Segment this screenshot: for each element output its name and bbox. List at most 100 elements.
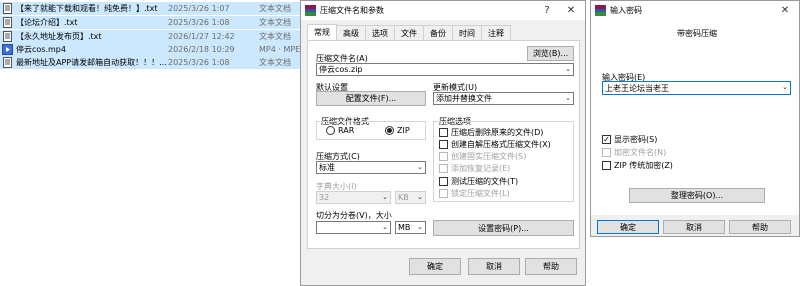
- tab-files[interactable]: 文件: [394, 25, 424, 40]
- file-name: 【来了就能下载和观看！纯免费！】.txt: [16, 4, 158, 13]
- delete-after-checkbox[interactable]: 压缩后删除原来的文件(D): [439, 127, 543, 138]
- tab-backup[interactable]: 备份: [423, 25, 453, 40]
- split-unit-select[interactable]: MB ⌄: [395, 221, 426, 234]
- help-button[interactable]: 帮助: [729, 220, 791, 234]
- password-heading: 带密码压缩: [677, 29, 717, 38]
- zip-legacy-label: ZIP 传统加密(Z): [614, 161, 673, 170]
- file-date: 2026/1/27 12:42: [168, 32, 235, 41]
- recovery-label: 添加恢复记录(E): [451, 164, 511, 173]
- tab-general[interactable]: 常规: [307, 24, 337, 40]
- method-value: 标准: [319, 163, 335, 172]
- update-mode-value: 添加并替换文件: [436, 94, 492, 103]
- file-name: 【论坛介绍】.txt: [16, 18, 78, 27]
- chevron-down-icon[interactable]: ⌄: [565, 65, 571, 73]
- close-button[interactable]: ✕: [559, 1, 583, 20]
- checkbox-icon: [602, 161, 611, 170]
- tab-options[interactable]: 选项: [365, 25, 395, 40]
- file-row[interactable]: 【永久地址发布页】.txt 2026/1/27 12:42 文本文档: [0, 30, 300, 43]
- chevron-down-icon: ⌄: [382, 193, 388, 201]
- format-rar-radio[interactable]: RAR: [326, 126, 354, 135]
- dict-unit-select: KB ⌄: [395, 191, 426, 204]
- split-label: 切分为分卷(V)，大小: [316, 211, 392, 220]
- file-date: 2026/2/18 10:29: [168, 45, 235, 54]
- close-button[interactable]: ✕: [773, 1, 797, 20]
- test-checkbox[interactable]: 测试压缩的文件(T): [439, 176, 518, 187]
- tab-comment[interactable]: 注释: [481, 25, 511, 40]
- checkbox-icon: [439, 177, 448, 186]
- chevron-down-icon[interactable]: ⌄: [565, 94, 571, 102]
- cancel-button[interactable]: 取消: [468, 258, 520, 275]
- text-file-icon: [2, 57, 13, 68]
- chevron-down-icon[interactable]: ⌄: [417, 223, 423, 231]
- sfx-checkbox[interactable]: 创建自解压格式压缩文件(X): [439, 139, 551, 150]
- update-mode-select[interactable]: 添加并替换文件 ⌄: [433, 92, 574, 105]
- file-row[interactable]: 最新地址及APP请发邮箱自动获取！！！... 2025/3/26 1:08 文本…: [0, 56, 300, 69]
- password-dialog-body: [591, 20, 799, 215]
- checkbox-icon: [439, 152, 448, 161]
- file-type: 文本文档: [259, 18, 291, 27]
- archive-name-value: 停云cos.zip: [319, 65, 363, 74]
- show-password-checkbox[interactable]: ✓ 显示密码(S): [602, 134, 657, 145]
- encrypt-names-label: 加密文件名(N): [614, 148, 667, 157]
- checkbox-icon: [602, 148, 611, 157]
- winrar-icon: [595, 5, 606, 16]
- lock-checkbox: 锁定压缩文件(L): [439, 188, 510, 199]
- checkbox-icon: [439, 189, 448, 198]
- text-file-icon: [2, 3, 13, 14]
- file-type: 文本文档: [259, 58, 291, 67]
- delete-after-label: 压缩后删除原来的文件(D): [451, 128, 544, 137]
- file-name: 停云cos.mp4: [16, 45, 66, 54]
- ok-button[interactable]: 确定: [409, 258, 461, 275]
- tab-bar: 常规 高级 选项 文件 备份 时间 注释: [307, 24, 511, 40]
- chevron-down-icon[interactable]: ⌄: [382, 223, 388, 231]
- organize-passwords-button[interactable]: 整理密码(O)...: [629, 188, 765, 203]
- tab-time[interactable]: 时间: [452, 25, 482, 40]
- solid-label: 创建固实压缩文件(S): [451, 152, 527, 161]
- password-input[interactable]: 上老王论坛当老王 ⌄: [602, 81, 791, 95]
- format-zip-label: ZIP: [397, 126, 410, 135]
- archive-name-input[interactable]: 停云cos.zip ⌄: [316, 63, 574, 76]
- sfx-label: 创建自解压格式压缩文件(X): [451, 140, 551, 149]
- cancel-button[interactable]: 取消: [663, 220, 725, 234]
- format-zip-radio[interactable]: ZIP: [385, 126, 410, 135]
- format-rar-label: RAR: [338, 126, 355, 135]
- file-row[interactable]: 【论坛介绍】.txt 2025/3/26 1:08 文本文档: [0, 16, 300, 29]
- split-size-input[interactable]: ⌄: [316, 221, 391, 234]
- password-dialog-titlebar[interactable]: 输入密码 ✕: [591, 1, 799, 20]
- help-button[interactable]: 帮助: [525, 258, 577, 275]
- archive-dialog-titlebar[interactable]: 压缩文件名和参数 ? ✕: [301, 1, 585, 20]
- file-list: 【来了就能下载和观看！纯免费！】.txt 2025/3/26 1:07 文本文档…: [0, 0, 300, 286]
- checkbox-icon: [439, 128, 448, 137]
- radio-icon: [326, 126, 335, 135]
- password-dialog: 输入密码 ✕ 带密码压缩 输入密码(E) 上老王论坛当老王 ⌄ ✓ 显示密码(S…: [590, 0, 800, 237]
- tab-advanced[interactable]: 高级: [336, 25, 366, 40]
- archive-dialog-title: 压缩文件名和参数: [320, 6, 384, 15]
- file-row[interactable]: 停云cos.mp4 2026/2/18 10:29 MP4 · MPE: [0, 43, 300, 56]
- archive-dialog: 压缩文件名和参数 ? ✕ 常规 高级 选项 文件 备份 时间 注释 压缩文件名(…: [300, 0, 586, 286]
- radio-selected-icon: [385, 126, 394, 135]
- file-name: 最新地址及APP请发邮箱自动获取！！！...: [16, 58, 167, 67]
- dict-select: 32 ⌄: [316, 191, 391, 204]
- checkmark-icon: ✓: [602, 134, 611, 144]
- test-label: 测试压缩的文件(T): [451, 177, 519, 186]
- ok-button[interactable]: 确定: [597, 220, 659, 234]
- chevron-down-icon[interactable]: ⌄: [782, 83, 788, 91]
- file-type: 文本文档: [259, 4, 291, 13]
- dict-unit-value: KB: [398, 193, 409, 202]
- file-type: 文本文档: [259, 32, 291, 41]
- help-title-button[interactable]: ?: [535, 1, 559, 20]
- profiles-button[interactable]: 配置文件(F)...: [316, 91, 426, 106]
- checkbox-icon: [439, 140, 448, 149]
- file-name: 【永久地址发布页】.txt: [16, 32, 102, 41]
- method-select[interactable]: 标准 ⌄: [316, 161, 426, 174]
- chevron-down-icon[interactable]: ⌄: [417, 163, 423, 171]
- text-file-icon: [2, 31, 13, 42]
- file-row[interactable]: 【来了就能下载和观看！纯免费！】.txt 2025/3/26 1:07 文本文档: [0, 2, 300, 15]
- set-password-button[interactable]: 设置密码(P)...: [433, 220, 574, 236]
- text-file-icon: [2, 17, 13, 28]
- file-date: 2025/3/26 1:08: [168, 18, 230, 27]
- browse-button[interactable]: 浏览(B)...: [527, 46, 574, 61]
- winrar-icon: [305, 5, 316, 16]
- video-file-icon: [2, 44, 13, 55]
- zip-legacy-checkbox[interactable]: ZIP 传统加密(Z): [602, 160, 673, 171]
